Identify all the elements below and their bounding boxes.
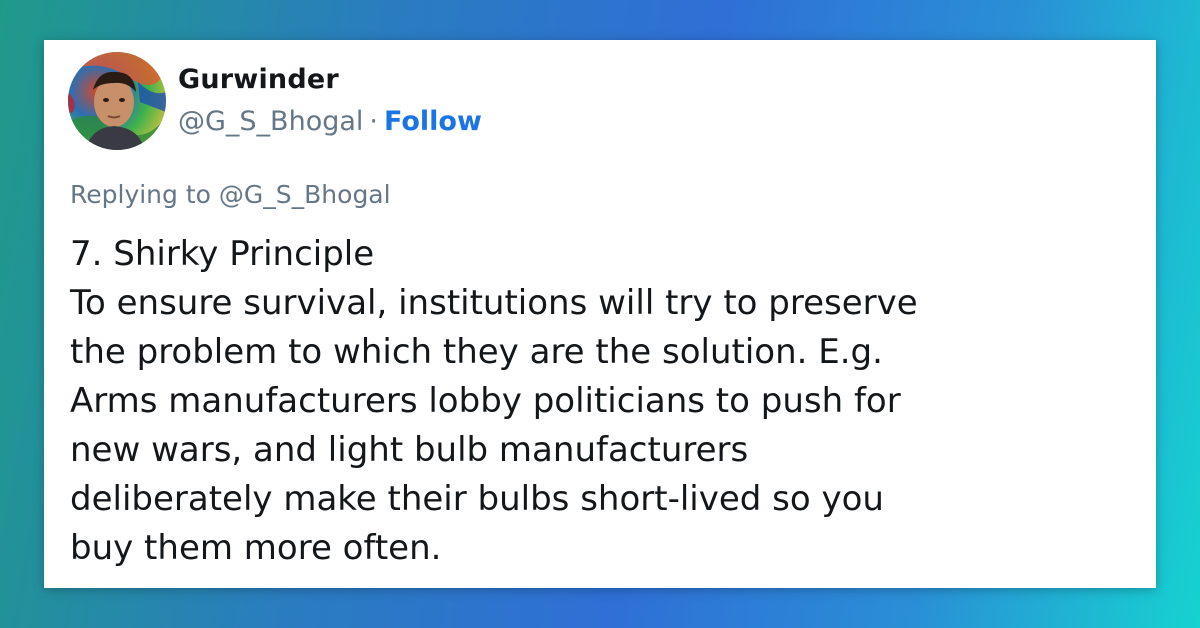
tweet-card: Gurwinder @G_S_Bhogal · Follow Replying to… (44, 40, 1156, 588)
replying-prefix: Replying to (70, 180, 211, 209)
follow-button[interactable]: Follow (384, 106, 482, 137)
tweet-line: the problem to which they are the soluti… (70, 332, 883, 372)
tweet-line: To ensure survival, institutions will tr… (70, 283, 918, 323)
replying-to: Replying to @G_S_Bhogal (70, 180, 391, 209)
tweet-line: 7. Shirky Principle (70, 234, 375, 274)
author-handle-row: @G_S_Bhogal · Follow (178, 106, 482, 137)
author-name[interactable]: Gurwinder (178, 64, 339, 95)
tweet-line: deliberately make their bulbs short-live… (70, 479, 884, 519)
avatar[interactable] (68, 52, 166, 150)
tweet-line: new wars, and light bulb manufacturers (70, 430, 749, 470)
tweet-text: 7. Shirky Principle To ensure survival, … (70, 230, 1140, 573)
separator-dot: · (369, 106, 378, 137)
replying-handle[interactable]: @G_S_Bhogal (219, 180, 391, 209)
tweet-line: buy them more often. (70, 528, 442, 568)
author-handle[interactable]: @G_S_Bhogal (178, 106, 363, 137)
tweet-line: Arms manufacturers lobby politicians to … (70, 381, 901, 421)
